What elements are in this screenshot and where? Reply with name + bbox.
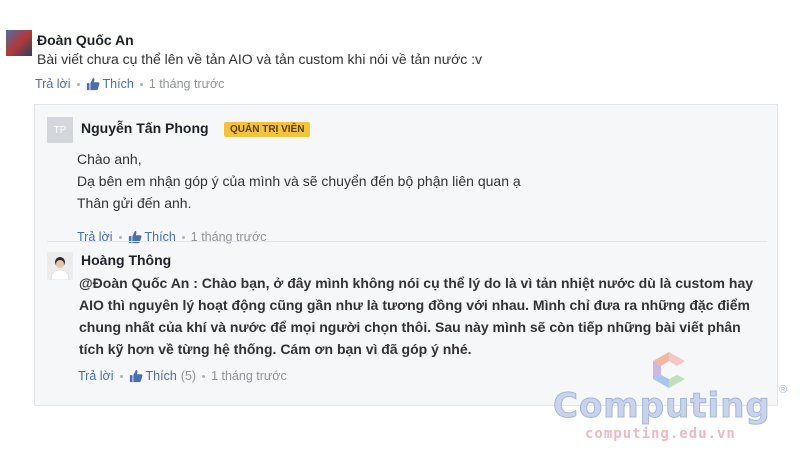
separator-dot [119,374,123,378]
divider [47,241,767,242]
separator-dot [181,235,185,239]
comment-text: Bài viết chưa cụ thể lên về tản AIO và t… [37,51,483,67]
thumbs-up-icon [129,369,142,383]
registered-mark: ® [779,384,788,396]
brand-text: Computing [553,386,771,427]
reply-comment: TP Nguyễn Tấn Phong QUẢN TRỊ VIÊN Chào a… [47,117,767,245]
comment-line: Dạ bên em nhận góp ý của mình và sẽ chuy… [77,173,521,189]
comment-actions: Trả lời Thích (5) 1 tháng trước [78,369,287,383]
comment-text: Chào anh, Dạ bên em nhận góp ý của mình … [77,148,521,214]
reply-link[interactable]: Trả lời [78,369,114,383]
like-label: Thích [102,77,134,91]
comment-actions: Trả lời Thích 1 tháng trước [35,77,224,91]
avatar[interactable]: TP [47,117,73,143]
brand-url: computing.edu.vn [585,426,736,442]
like-button[interactable]: Thích [86,77,134,91]
comment-author[interactable]: Hoàng Thông [81,252,171,268]
avatar[interactable] [6,30,32,56]
comment-line: Chào anh, [77,151,142,167]
separator-dot [202,374,206,378]
thumbs-up-icon [86,77,99,91]
like-count: (5) [180,369,197,383]
like-button[interactable]: Thích (5) [129,369,197,383]
computing-logo-icon [653,352,685,388]
separator-dot [76,82,80,86]
comment-author[interactable]: Nguyễn Tấn Phong [81,120,209,136]
comment-author[interactable]: Đoàn Quốc An [37,32,134,48]
comment-line: Thân gửi đến anh. [77,195,192,211]
separator-dot [139,82,143,86]
avatar[interactable] [47,252,73,280]
computing-watermark: Computing ® computing.edu.vn [553,350,793,445]
admin-badge: QUẢN TRỊ VIÊN [224,122,311,137]
comment-time: 1 tháng trước [211,369,287,383]
comment-text: @Đoàn Quốc An : Chào bạn, ở đây mình khô… [79,275,754,357]
reply-link[interactable]: Trả lời [35,77,71,91]
separator-dot [118,235,122,239]
comment-time: 1 tháng trước [148,77,225,91]
like-label: Thích [145,369,177,383]
user-photo-icon [47,252,73,280]
